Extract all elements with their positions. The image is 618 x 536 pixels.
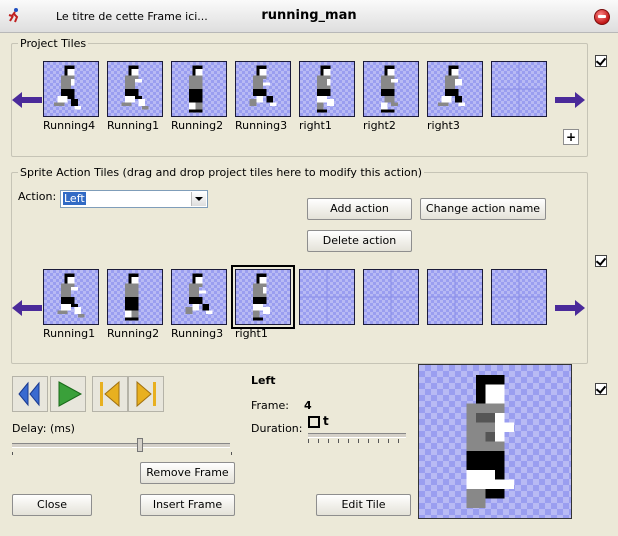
close-button[interactable]: Close — [12, 494, 92, 516]
title-bar: Le titre de cette Frame ici... running_m… — [0, 0, 618, 33]
action-tile-label: right1 — [235, 327, 268, 340]
project-tile[interactable] — [491, 61, 547, 117]
action-tile[interactable] — [491, 269, 547, 325]
frame-label: Frame: — [251, 399, 289, 412]
action-tile[interactable] — [363, 269, 419, 325]
scroll-left-arrow-icon[interactable] — [12, 92, 42, 108]
project-tile-label: Running1 — [107, 119, 160, 132]
action-select[interactable]: Left — [60, 190, 208, 208]
action-tile-label: Running3 — [171, 327, 224, 340]
project-tile-label: right1 — [299, 119, 332, 132]
delay-slider-ticks — [12, 452, 232, 455]
action-tile[interactable] — [427, 269, 483, 325]
project-tile[interactable] — [363, 61, 419, 117]
last-frame-icon — [136, 380, 156, 408]
action-tile-label: Running2 — [107, 327, 160, 340]
project-tile[interactable] — [299, 61, 355, 117]
action-label: Action: — [18, 190, 57, 203]
project-tile[interactable] — [427, 61, 483, 117]
project-tiles-label: Project Tiles — [18, 37, 89, 50]
action-tile[interactable] — [231, 265, 295, 329]
close-icon[interactable] — [594, 9, 610, 25]
action-scroll-right-arrow-icon[interactable] — [555, 300, 585, 316]
project-tile[interactable] — [235, 61, 291, 117]
project-tile[interactable] — [43, 61, 99, 117]
project-tile-label: Running2 — [171, 119, 224, 132]
preview-checkbox[interactable] — [595, 383, 607, 395]
insert-frame-button[interactable]: Insert Frame — [140, 494, 235, 516]
action-tile-label: Running1 — [43, 327, 96, 340]
rewind-button[interactable] — [12, 376, 48, 412]
duration-spinner-icon[interactable] — [308, 416, 320, 428]
action-tile[interactable] — [299, 269, 355, 325]
add-action-button[interactable]: Add action — [307, 198, 412, 220]
sprite-action-checkbox[interactable] — [595, 255, 607, 267]
project-tile-label: Running3 — [235, 119, 288, 132]
preview-sprite — [466, 375, 514, 508]
window-title: running_man — [261, 8, 357, 23]
remove-frame-button[interactable]: Remove Frame — [140, 462, 235, 484]
scroll-right-arrow-icon[interactable] — [555, 92, 585, 108]
project-tile-label: right2 — [363, 119, 396, 132]
delay-label: Delay: (ms) — [12, 422, 75, 435]
project-tile[interactable] — [171, 61, 227, 117]
delay-slider[interactable] — [12, 443, 230, 448]
action-scroll-left-arrow-icon[interactable] — [12, 300, 42, 316]
add-tile-button[interactable]: + — [563, 129, 579, 145]
frame-action-name: Left — [251, 374, 276, 387]
frame-preview — [418, 364, 572, 519]
duration-slider-ticks — [308, 439, 406, 443]
project-tile-label: Running4 — [43, 119, 96, 132]
project-tile-label: right3 — [427, 119, 460, 132]
action-tile[interactable] — [43, 269, 99, 325]
action-tile[interactable] — [107, 269, 163, 325]
last-frame-button[interactable] — [128, 376, 164, 412]
play-button[interactable] — [50, 376, 86, 412]
duration-slider[interactable] — [308, 433, 406, 438]
sprite-action-label: Sprite Action Tiles (drag and drop proje… — [18, 166, 425, 179]
delete-action-button[interactable]: Delete action — [307, 230, 412, 252]
first-frame-icon — [100, 380, 120, 408]
action-tile[interactable] — [171, 269, 227, 325]
project-tiles-checkbox[interactable] — [595, 55, 607, 67]
delay-slider-thumb[interactable] — [137, 438, 143, 452]
duration-label: Duration: — [251, 422, 303, 435]
project-tile[interactable] — [107, 61, 163, 117]
play-icon — [58, 381, 83, 407]
change-action-name-button[interactable]: Change action name — [420, 198, 546, 220]
frame-value: 4 — [304, 399, 312, 412]
rewind-icon — [18, 381, 40, 407]
edit-tile-button[interactable]: Edit Tile — [316, 494, 411, 516]
duration-value: t — [323, 414, 329, 428]
chevron-down-icon[interactable] — [191, 192, 206, 206]
first-frame-button[interactable] — [92, 376, 128, 412]
action-select-value: Left — [63, 192, 86, 205]
